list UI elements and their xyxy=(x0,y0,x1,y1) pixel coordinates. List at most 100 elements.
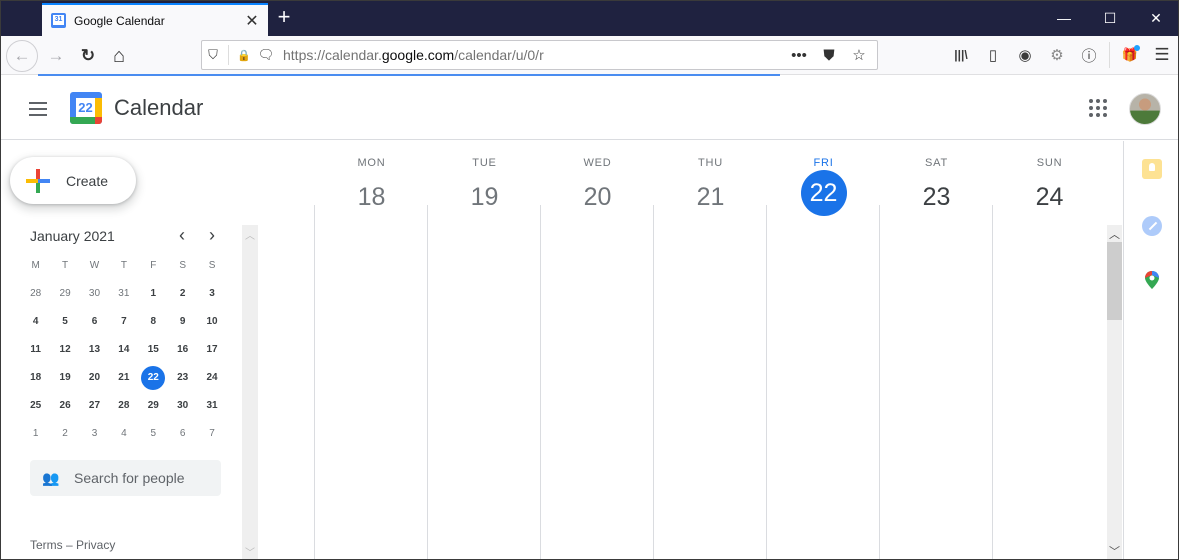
mini-calendar-day[interactable]: 6 xyxy=(168,422,197,446)
main-menu-icon[interactable] xyxy=(25,96,51,122)
info-icon[interactable]: ⓘ xyxy=(1073,40,1105,70)
mini-calendar-day-today[interactable]: 22 xyxy=(139,366,168,390)
scroll-thumb[interactable] xyxy=(1107,242,1122,320)
scroll-down-icon[interactable]: ﹀ xyxy=(1107,543,1122,559)
mini-calendar-day[interactable]: 30 xyxy=(168,394,197,418)
mini-calendar-day[interactable]: 7 xyxy=(109,310,138,334)
search-people-input[interactable]: 👥 Search for people xyxy=(30,460,221,496)
mini-calendar-day[interactable]: 19 xyxy=(50,366,79,390)
day-number[interactable]: 22 xyxy=(800,170,847,216)
week-scrollbar[interactable]: ︿ ﹀ xyxy=(1107,225,1122,559)
mini-calendar-day[interactable]: 2 xyxy=(50,422,79,446)
mini-calendar-day[interactable]: 16 xyxy=(168,338,197,362)
tasks-icon[interactable] xyxy=(1142,216,1162,236)
mini-calendar-day[interactable]: 28 xyxy=(21,282,50,306)
extension-gear-icon[interactable]: ⚙ xyxy=(1041,40,1073,70)
mini-calendar-day[interactable]: 31 xyxy=(197,394,226,418)
url-text[interactable]: https://calendar.google.com/calendar/u/0… xyxy=(283,47,787,63)
mini-calendar-day[interactable]: 28 xyxy=(109,394,138,418)
maps-icon[interactable] xyxy=(1145,271,1159,289)
scroll-up-icon[interactable]: ︿ xyxy=(1107,226,1122,242)
whats-new-gift-icon[interactable]: 🎁 xyxy=(1114,40,1146,70)
calendar-logo-icon[interactable]: 22 xyxy=(70,92,102,124)
keep-icon[interactable] xyxy=(1142,159,1162,179)
day-header-thu[interactable]: THU 21 xyxy=(654,157,767,220)
day-header-sat[interactable]: SAT 23 xyxy=(880,157,993,220)
day-header-tue[interactable]: TUE 19 xyxy=(428,157,541,220)
mini-calendar-day[interactable]: 10 xyxy=(197,310,226,334)
mini-calendar-day[interactable]: 30 xyxy=(80,282,109,306)
mini-calendar-day[interactable]: 20 xyxy=(80,366,109,390)
mini-calendar-day[interactable]: 13 xyxy=(80,338,109,362)
mini-calendar-day[interactable]: 31 xyxy=(109,282,138,306)
app-menu-icon[interactable]: ☰ xyxy=(1146,40,1178,70)
tab-google-calendar[interactable]: Google Calendar ✕ xyxy=(42,3,268,36)
library-icon[interactable]: |||\ xyxy=(945,40,977,70)
day-header-fri[interactable]: FRI 22 xyxy=(767,157,880,216)
back-button[interactable]: ← xyxy=(6,40,38,72)
mini-calendar-day[interactable]: 29 xyxy=(139,394,168,418)
forward-button[interactable]: → xyxy=(41,41,71,71)
mini-calendar-day[interactable]: 5 xyxy=(50,310,79,334)
mini-calendar-day[interactable]: 14 xyxy=(109,338,138,362)
day-number[interactable]: 24 xyxy=(1027,174,1073,220)
mini-calendar-day[interactable]: 4 xyxy=(109,422,138,446)
mini-calendar-day[interactable]: 6 xyxy=(80,310,109,334)
scroll-down-icon[interactable]: ﹀ xyxy=(242,544,258,559)
new-tab-button[interactable]: + xyxy=(273,6,295,30)
mini-calendar-day[interactable]: 27 xyxy=(80,394,109,418)
google-apps-icon[interactable] xyxy=(1087,97,1109,119)
mini-calendar-day[interactable]: 5 xyxy=(139,422,168,446)
mini-calendar-day[interactable]: 18 xyxy=(21,366,50,390)
terms-link[interactable]: Terms xyxy=(30,538,63,552)
mini-calendar-day[interactable]: 11 xyxy=(21,338,50,362)
day-header-sun[interactable]: SUN 24 xyxy=(993,157,1106,220)
scroll-up-icon[interactable]: ︿ xyxy=(242,227,258,242)
sidebar-scrollbar[interactable]: ︿ ﹀ xyxy=(242,225,258,559)
sidebar-icon[interactable]: ▯ xyxy=(977,40,1009,70)
mini-calendar-day[interactable]: 3 xyxy=(197,282,226,306)
mini-calendar-day[interactable]: 15 xyxy=(139,338,168,362)
create-button[interactable]: Create xyxy=(10,157,136,204)
account-icon[interactable]: ◉ xyxy=(1009,40,1041,70)
mini-calendar-day[interactable]: 2 xyxy=(168,282,197,306)
mini-calendar-day[interactable]: 3 xyxy=(80,422,109,446)
mini-calendar-day[interactable]: 26 xyxy=(50,394,79,418)
maximize-button[interactable]: ☐ xyxy=(1087,1,1133,36)
page-actions-icon[interactable]: ••• xyxy=(787,47,811,64)
bookmark-star-icon[interactable]: ☆ xyxy=(847,46,871,64)
account-avatar[interactable] xyxy=(1129,93,1161,125)
permissions-icon[interactable]: 🗨 xyxy=(255,47,277,63)
reload-button[interactable]: ↻ xyxy=(73,41,103,71)
day-header-wed[interactable]: WED 20 xyxy=(541,157,654,220)
mini-calendar-day[interactable]: 24 xyxy=(197,366,226,390)
tracking-shield-icon[interactable]: ⛉ xyxy=(202,47,224,63)
lock-icon[interactable]: 🔒 xyxy=(233,49,255,62)
privacy-link[interactable]: Privacy xyxy=(76,538,115,552)
mini-calendar-day[interactable]: 9 xyxy=(168,310,197,334)
url-bar[interactable]: ⛉ 🔒 🗨 https://calendar.google.com/calend… xyxy=(201,40,878,70)
close-window-button[interactable]: ✕ xyxy=(1133,1,1178,36)
pocket-icon[interactable]: ⛊ xyxy=(817,47,841,64)
mini-calendar-day[interactable]: 29 xyxy=(50,282,79,306)
day-number[interactable]: 19 xyxy=(462,174,508,220)
mini-calendar-prev-icon[interactable]: ‹ xyxy=(170,226,194,246)
day-number[interactable]: 18 xyxy=(349,174,395,220)
tab-close-icon[interactable]: ✕ xyxy=(242,11,262,31)
mini-calendar-next-icon[interactable]: › xyxy=(200,226,224,246)
mini-calendar-day[interactable]: 23 xyxy=(168,366,197,390)
mini-calendar-day[interactable]: 1 xyxy=(21,422,50,446)
mini-calendar-day[interactable]: 1 xyxy=(139,282,168,306)
mini-calendar-day[interactable]: 21 xyxy=(109,366,138,390)
mini-calendar-day[interactable]: 25 xyxy=(21,394,50,418)
mini-calendar-day[interactable]: 4 xyxy=(21,310,50,334)
mini-calendar-day[interactable]: 17 xyxy=(197,338,226,362)
day-number[interactable]: 23 xyxy=(914,174,960,220)
day-number[interactable]: 21 xyxy=(688,174,734,220)
mini-calendar-day[interactable]: 8 xyxy=(139,310,168,334)
mini-calendar-day[interactable]: 7 xyxy=(197,422,226,446)
day-header-mon[interactable]: MON 18 xyxy=(315,157,428,220)
home-button[interactable]: ⌂ xyxy=(104,41,134,71)
day-number[interactable]: 20 xyxy=(575,174,621,220)
mini-calendar-day[interactable]: 12 xyxy=(50,338,79,362)
